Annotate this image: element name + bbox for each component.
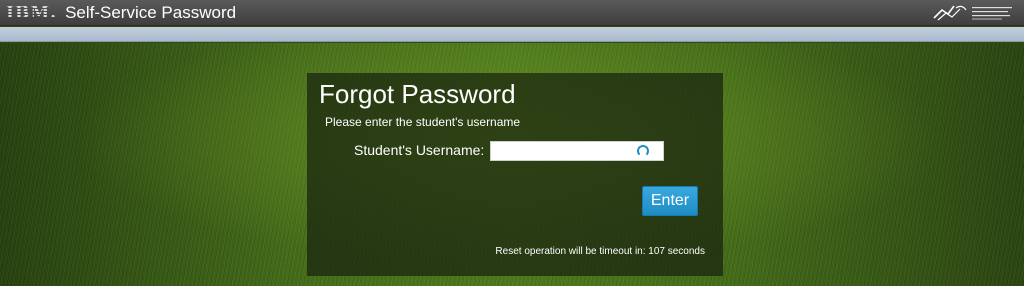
top-bar: IBM. Self-Service Password [0,0,1024,26]
timeout-message: Reset operation will be timeout in: 107 … [495,246,705,257]
enter-button[interactable]: Enter [642,186,698,216]
app-title: Self-Service Password [65,3,237,22]
brand: IBM. Self-Service Password [6,2,236,24]
nav-strip [0,27,1024,42]
spinner-icon [637,145,649,157]
username-label: Student's Username: [354,142,485,158]
ibm-logo: IBM. [6,3,58,23]
organization-logo-icon [933,5,1012,21]
forgot-password-panel: Forgot Password Please enter the student… [307,73,723,276]
instruction-text: Please enter the student's username [325,115,521,129]
page-title: Forgot Password [319,79,516,109]
